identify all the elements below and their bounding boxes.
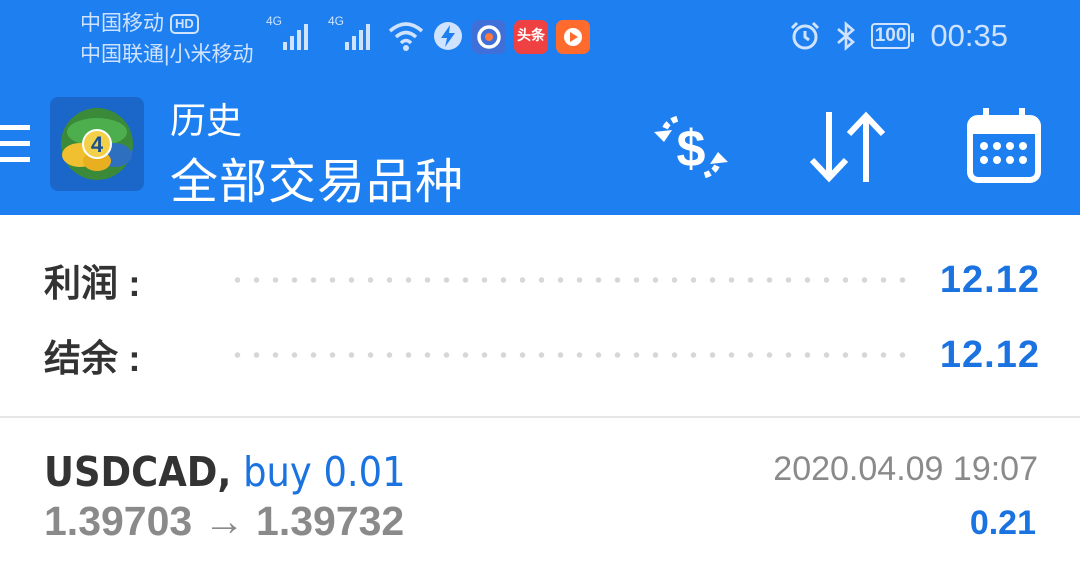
open-price: 1.39703	[44, 498, 193, 544]
network-type-label: 4G	[266, 14, 283, 28]
video-app-icon	[556, 20, 590, 54]
trade-side-volume: buy 0.01	[243, 448, 406, 496]
carrier-info: 中国移动 HD 中国联通|小米移动	[80, 8, 253, 70]
trade-profit: 0.21	[969, 504, 1036, 542]
svg-text:$: $	[677, 120, 706, 178]
signal-icon: 4G	[328, 14, 371, 50]
trade-symbol: USDCAD,	[44, 448, 232, 496]
page-title: 历史	[170, 100, 243, 141]
carrier-2-label: 中国联通|小米移动	[80, 43, 254, 66]
flash-app-icon	[434, 22, 462, 50]
balance-value: 12.12	[939, 333, 1040, 376]
carrier-1-label: 中国移动	[80, 12, 164, 35]
currency-exchange-icon[interactable]: $	[646, 108, 736, 188]
trade-time: 2020.04.09 19:07	[773, 450, 1038, 488]
menu-icon[interactable]	[0, 125, 30, 165]
wifi-icon	[388, 22, 424, 51]
trade-prices: 1.39703 → 1.39732	[44, 498, 404, 545]
profit-label: 利润 :	[44, 263, 141, 304]
signal-icon: 4G	[266, 14, 309, 50]
trade-row[interactable]: USDCAD, buy 0.01 1.39703 → 1.39732 2020.…	[0, 418, 1080, 562]
symbol-filter[interactable]: 全部交易品种	[170, 142, 464, 212]
calendar-icon[interactable]	[960, 108, 1050, 188]
network-type-label: 4G	[328, 14, 345, 28]
toutiao-label: 头条	[517, 27, 545, 43]
sort-icon[interactable]	[804, 108, 894, 188]
price-arrow: →	[203, 498, 245, 544]
battery-indicator: 100	[870, 23, 915, 49]
dotted-leader	[228, 352, 916, 358]
balance-row: 结余 : 12.12	[44, 325, 1040, 385]
toutiao-app-icon: 头条	[514, 20, 548, 54]
browser-app-icon	[472, 20, 506, 54]
dotted-leader	[228, 277, 916, 283]
trade-title: USDCAD, buy 0.01	[44, 448, 406, 496]
profit-value: 12.12	[939, 258, 1040, 301]
balance-label: 结余 :	[44, 338, 141, 379]
app-header: 中国移动 HD 中国联通|小米移动 4G 4G 头条 100 00:35 4 历…	[0, 0, 1080, 215]
app-logo: 4	[50, 97, 144, 191]
status-right-cluster: 100 00:35	[789, 18, 1008, 54]
profit-row: 利润 : 12.12	[44, 250, 1040, 310]
bluetooth-icon	[836, 21, 855, 51]
logo-badge-text: 4	[91, 132, 104, 157]
alarm-icon	[790, 21, 819, 50]
close-price: 1.39732	[256, 498, 405, 544]
hd-badge: HD	[170, 13, 199, 34]
status-time: 00:35	[930, 18, 1008, 53]
